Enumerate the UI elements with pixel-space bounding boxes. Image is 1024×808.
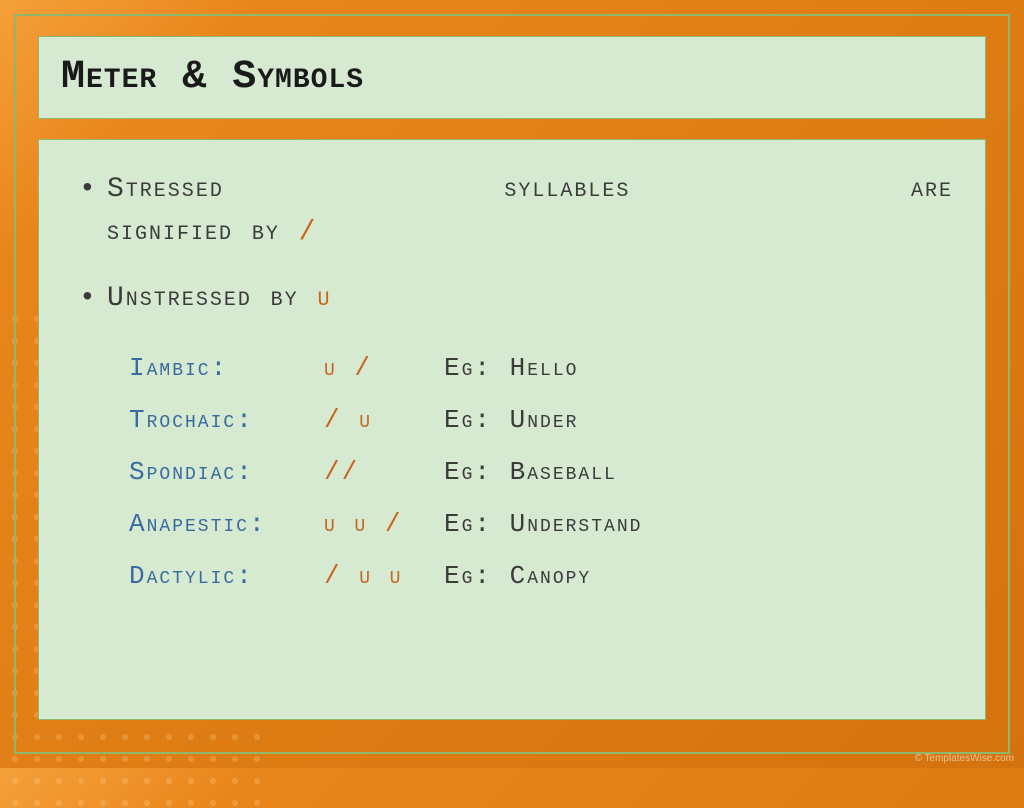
bullet-line1b-wrap: signified by / [107,211,953,254]
title-box: Meter & Symbols [38,36,986,119]
meter-pattern: / u u [324,550,444,602]
meter-label: Trochaic: [129,394,324,446]
meter-pattern: u u / [324,498,444,550]
meter-example: Eg: Canopy [444,561,591,591]
unstressed-symbol: u [317,283,331,314]
meter-rows: Iambic:u / Eg: HelloTrochaic:/ uEg: Unde… [71,342,953,602]
bullet-line1a: Stressed syllables are [107,168,953,211]
meter-example: Eg: Hello [444,353,578,383]
watermark: © TemplatesWise.com [915,753,1014,764]
meter-example: Eg: Baseball [444,457,617,487]
bullet-stressed: Stressed syllables are signified by / [71,168,953,255]
meter-example: Eg: Under [444,405,578,435]
bullet-unstressed: Unstressed by u [71,277,953,320]
meter-row: Dactylic:/ u uEg: Canopy [129,550,953,602]
content-box: Stressed syllables are signified by / Un… [38,139,986,720]
meter-pattern: / u [324,394,444,446]
meter-example: Eg: Understand [444,509,642,539]
bullet-line1b: signified by [107,217,299,248]
meter-label: Iambic: [129,342,324,394]
stressed-symbol: / [299,217,318,248]
meter-row: Anapestic:u u /Eg: Understand [129,498,953,550]
meter-row: Spondiac://Eg: Baseball [129,446,953,498]
meter-row: Trochaic:/ uEg: Under [129,394,953,446]
meter-pattern: u / [324,342,444,394]
main-list: Stressed syllables are signified by / Un… [71,168,953,320]
meter-label: Dactylic: [129,550,324,602]
bullet-line2a: Unstressed by [107,283,317,314]
slide-frame: Meter & Symbols Stressed syllables are s… [14,14,1010,754]
meter-label: Anapestic: [129,498,324,550]
meter-label: Spondiac: [129,446,324,498]
meter-pattern: // [324,446,444,498]
slide-title: Meter & Symbols [61,55,963,100]
meter-row: Iambic:u / Eg: Hello [129,342,953,394]
